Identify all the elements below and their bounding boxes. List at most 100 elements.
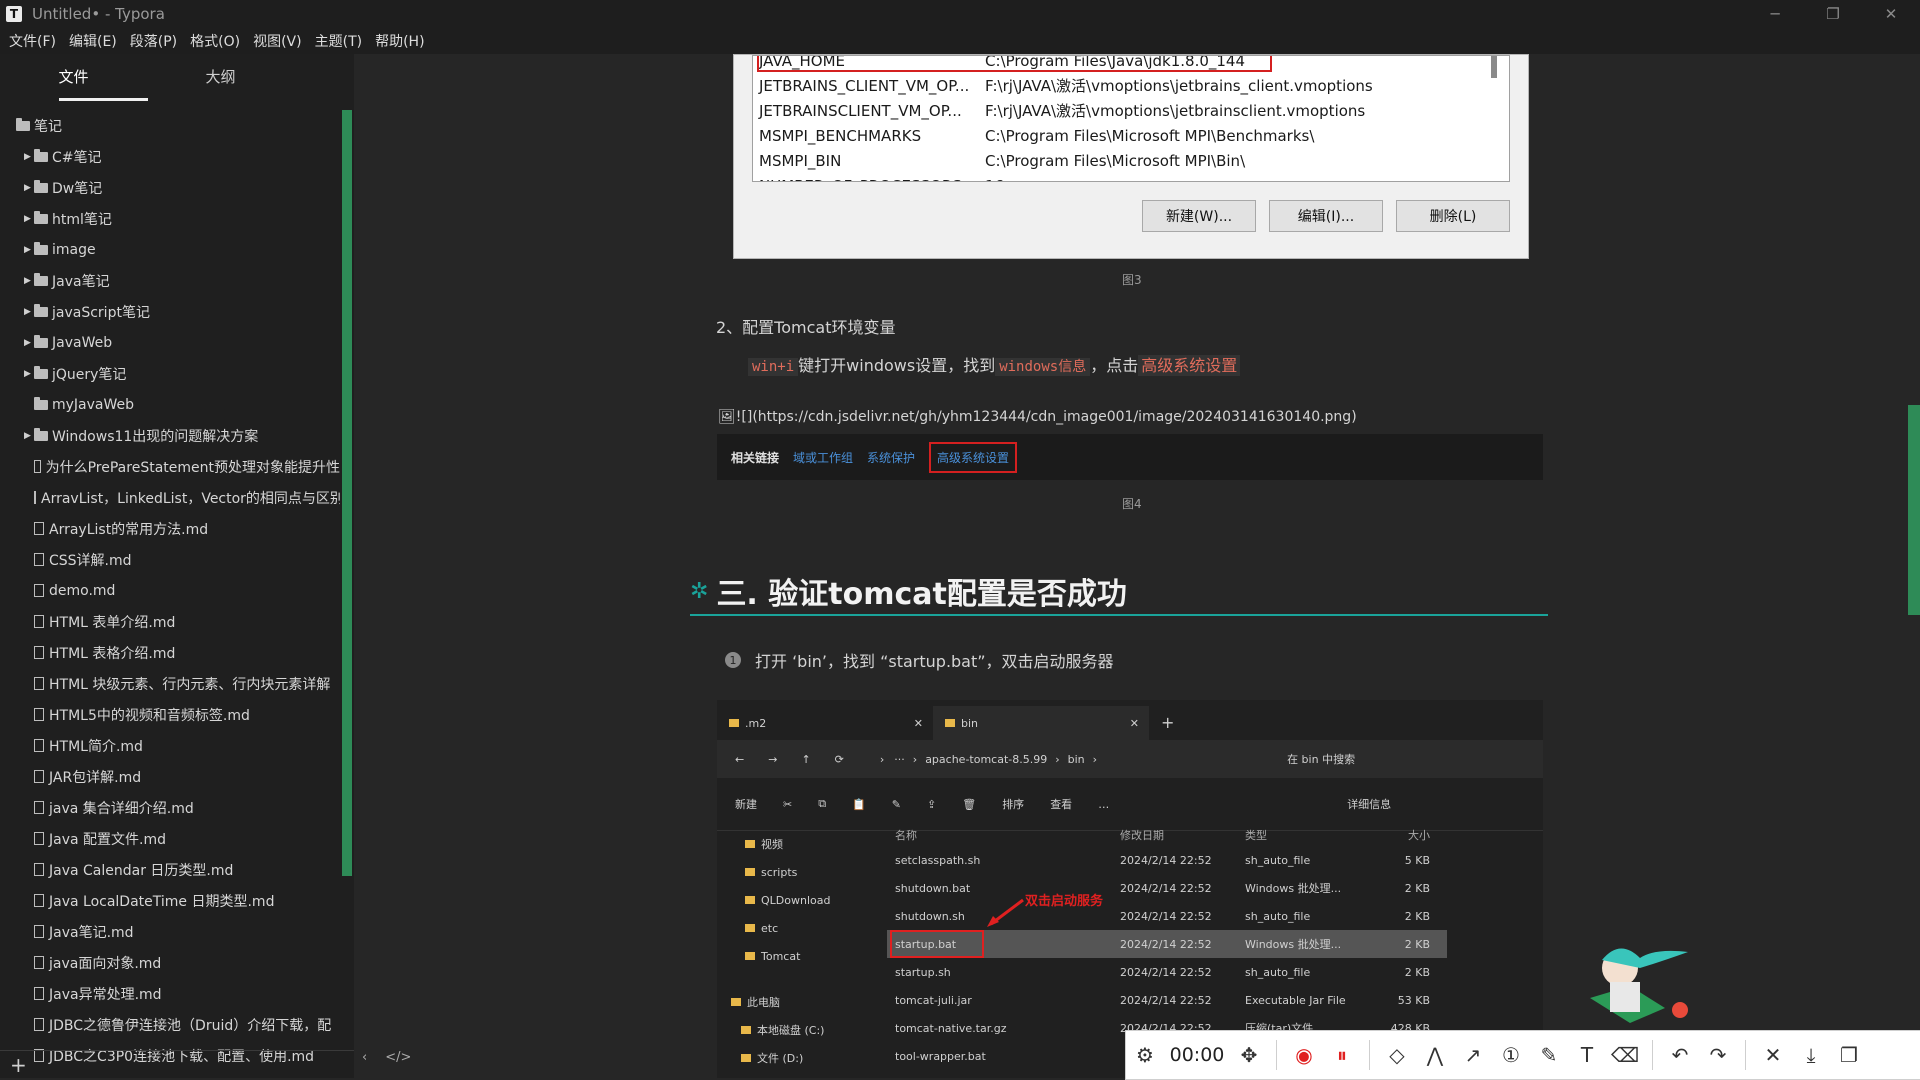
file-icon [34, 553, 44, 566]
undo-icon[interactable]: ↶ [1661, 1043, 1699, 1067]
close-button[interactable]: ✕ [1862, 0, 1920, 28]
sidebar-scrollbar[interactable] [342, 110, 352, 876]
caret-right-icon[interactable]: ▶ [24, 431, 32, 441]
menu-help[interactable]: 帮助(H) [375, 31, 424, 51]
download-icon[interactable]: ⤓ [1792, 1043, 1830, 1067]
tree-item-label: java 集合详细介绍.md [49, 800, 194, 817]
text-tool-icon[interactable]: T [1568, 1043, 1606, 1067]
broken-image-link[interactable]: 🖼![](https://cdn.jsdelivr.net/gh/yhm1234… [718, 409, 1357, 425]
menu-file[interactable]: 文件(F) [9, 31, 56, 51]
recording-timer: 00:00 [1169, 1044, 1225, 1066]
chevron-right-icon: › [912, 752, 918, 766]
file-icon [34, 491, 36, 504]
tree-file[interactable]: Java异常处理.md [0, 978, 340, 1009]
tab-outline[interactable]: 大纲 [147, 54, 294, 102]
tree-file[interactable]: ArravList，LinkedList，Vector的相同点与区别 [0, 482, 340, 513]
caret-right-icon[interactable]: ▶ [24, 183, 32, 193]
caret-right-icon[interactable]: ▶ [24, 338, 32, 348]
stop-record-icon[interactable]: ◉ [1285, 1043, 1323, 1067]
caret-right-icon[interactable]: ▶ [24, 276, 32, 286]
source-code-mode-icon[interactable]: </> [385, 1050, 411, 1065]
tree-file[interactable]: JAR包详解.md [0, 761, 340, 792]
tree-folder[interactable]: ▶ Dw笔记 [0, 172, 340, 203]
tree-file[interactable]: java 集合详细介绍.md [0, 792, 340, 823]
delete-icon: 🗑 [962, 797, 977, 811]
tree-folder[interactable]: ▶ jQuery笔记 [0, 358, 340, 389]
menu-view[interactable]: 视图(V) [253, 31, 302, 51]
delete-variable-button[interactable]: 删除(L) [1396, 200, 1510, 232]
caret-right-icon[interactable]: ▶ [24, 369, 32, 379]
menu-paragraph[interactable]: 段落(P) [130, 31, 177, 51]
tree-file[interactable]: Java LocalDateTime 日期类型.md [0, 885, 340, 916]
tree-file[interactable]: HTML 表格介绍.md [0, 637, 340, 668]
minimize-button[interactable]: ─ [1746, 0, 1804, 28]
tree-file[interactable]: Java 配置文件.md [0, 823, 340, 854]
file-icon [34, 460, 41, 473]
eraser-icon[interactable]: ⌫ [1606, 1043, 1644, 1067]
tree-folder[interactable]: ▶ JavaWeb [0, 327, 340, 358]
copy-icon[interactable]: ❐ [1830, 1043, 1868, 1067]
toggle-sidebar-icon[interactable]: ‹ [362, 1050, 367, 1065]
caret-right-icon[interactable]: ▶ [24, 245, 32, 255]
gear-icon[interactable]: ⚙ [1126, 1043, 1164, 1067]
advanced-settings-link[interactable]: 高级系统设置 [1138, 355, 1241, 376]
tree-folder[interactable]: ▶ Windows11出现的问题解决方案 [0, 420, 340, 451]
caret-right-icon[interactable]: ▶ [24, 152, 32, 162]
tree-item-label: Dw笔记 [52, 180, 103, 197]
editor-scrollbar[interactable] [1908, 405, 1920, 615]
env-variable-value: F:\rj\JAVA\激活\vmoptions\jetbrainsclient.… [985, 102, 1366, 120]
env-variable-name: MSMPI_BIN [759, 151, 842, 170]
tree-folder[interactable]: ▶ html笔记 [0, 203, 340, 234]
file-date: 2024/2/14 22:52 [1120, 881, 1212, 895]
caret-right-icon[interactable]: ▶ [24, 307, 32, 317]
file-icon [34, 832, 44, 845]
pause-icon[interactable]: ⏸ [1323, 1043, 1361, 1067]
tree-file[interactable]: CSS详解.md [0, 544, 340, 575]
number-marker-icon[interactable]: ① [1492, 1043, 1530, 1067]
tab-files[interactable]: 文件 [0, 54, 147, 102]
file-icon [34, 739, 44, 752]
nav-item-label: 视频 [761, 838, 783, 851]
redo-icon[interactable]: ↷ [1699, 1043, 1737, 1067]
tree-folder[interactable]: myJavaWeb [0, 389, 340, 420]
menu-theme[interactable]: 主题(T) [315, 31, 362, 51]
tree-file[interactable]: ArrayList的常用方法.md [0, 513, 340, 544]
tree-file[interactable]: HTML 表单介绍.md [0, 606, 340, 637]
tree-folder[interactable]: ▶ image [0, 234, 340, 265]
tree-file[interactable]: HTML5中的视频和音频标签.md [0, 699, 340, 730]
tree-item-label: image [52, 241, 96, 258]
file-icon [34, 863, 44, 876]
arrow-tool-icon[interactable]: ↗ [1454, 1043, 1492, 1067]
pen-icon[interactable]: ✎ [1530, 1043, 1568, 1067]
move-icon[interactable]: ✥ [1230, 1043, 1268, 1067]
tree-file[interactable]: java面向对象.md [0, 947, 340, 978]
tree-file[interactable]: Java Calendar 日历类型.md [0, 854, 340, 885]
env-variable-name: JETBRAINSCLIENT_VM_OP... [759, 101, 962, 120]
sidebar: 文件 大纲 笔记 ▶ C#笔记 ▶ Dw笔记 ▶ html笔记 ▶ image ▶ Java笔记 ▶… [0, 54, 354, 1078]
caret-right-icon[interactable]: ▶ [24, 214, 32, 224]
tree-file[interactable]: HTML 块级元素、行内元素、行内块元素详解 [0, 668, 340, 699]
tree-folder[interactable]: ▶ Java笔记 [0, 265, 340, 296]
tree-file[interactable]: 为什么PrePareStatement预处理对象能提升性 [0, 451, 340, 482]
tree-folder[interactable]: ▶ javaScript笔记 [0, 296, 340, 327]
tree-file[interactable]: JDBC之德鲁伊连接池（Druid）介绍下载，配 [0, 1009, 340, 1040]
menu-edit[interactable]: 编辑(E) [69, 31, 117, 51]
nav-item-label: scripts [761, 865, 798, 879]
folder-icon [745, 924, 755, 932]
tree-file[interactable]: Java笔记.md [0, 916, 340, 947]
file-icon [34, 925, 44, 938]
tree-file[interactable]: HTML简介.md [0, 730, 340, 761]
tree-root[interactable]: 笔记 [0, 110, 340, 141]
shape-icon[interactable]: ◇ [1378, 1043, 1416, 1067]
edit-variable-button[interactable]: 编辑(I)... [1269, 200, 1383, 232]
menu-format[interactable]: 格式(O) [190, 31, 240, 51]
maximize-button[interactable]: ❐ [1804, 0, 1862, 28]
add-file-button[interactable]: + [10, 1053, 27, 1077]
polyline-icon[interactable]: ⋀ [1416, 1043, 1454, 1067]
tree-file[interactable]: demo.md [0, 575, 340, 606]
tree-folder[interactable]: ▶ C#笔记 [0, 141, 340, 172]
new-variable-button[interactable]: 新建(W)... [1142, 200, 1256, 232]
col-type: 类型 [1245, 829, 1267, 842]
toolbar-divider [1369, 1040, 1370, 1070]
close-icon[interactable]: ✕ [1754, 1043, 1792, 1067]
